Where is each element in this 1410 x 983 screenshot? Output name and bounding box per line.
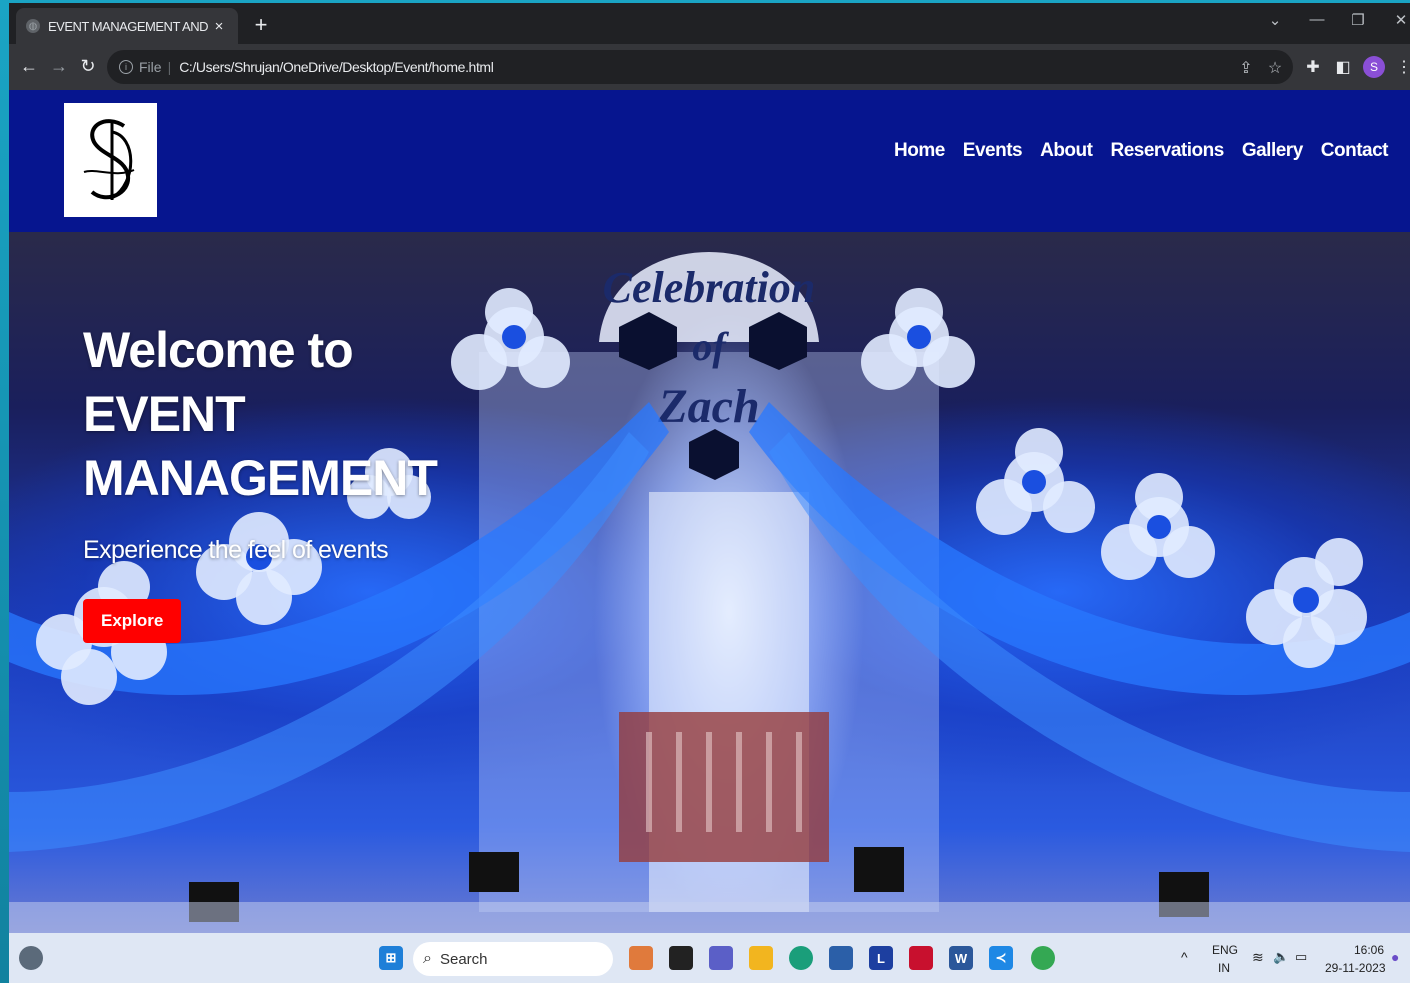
battery-icon[interactable]: ▭ [1295, 949, 1307, 965]
nav-about[interactable]: About [1040, 140, 1093, 162]
forward-icon[interactable]: → [47, 56, 71, 77]
backdrop-text-3: Zach [657, 380, 759, 433]
restore-icon[interactable]: ❐ [1346, 11, 1370, 29]
reload-icon[interactable]: ↻ [76, 56, 100, 77]
address-bar[interactable]: i File | C:/Users/Shrujan/OneDrive/Deskt… [107, 50, 1293, 84]
hero-subtitle: Experience the feel of events [83, 536, 389, 564]
nav-gallery[interactable]: Gallery [1242, 140, 1303, 162]
back-icon[interactable]: ← [17, 56, 41, 77]
tab-strip: ◍ EVENT MANAGEMENT AND TIC × + ⌄ — ❐ ✕ [9, 3, 1410, 44]
browser-toolbar: ← → ↻ i File | C:/Users/Shrujan/OneDrive… [9, 44, 1410, 90]
taskbar-search[interactable]: ⌕ Search [413, 942, 613, 976]
word-icon[interactable]: W [949, 946, 973, 970]
vscode-icon[interactable]: ≺ [989, 946, 1013, 970]
windows-taskbar: ⊞ ⌕ Search L W ≺ ^ ENG IN ≋ 🔈 ▭ 16:06 29… [9, 933, 1410, 983]
nav-events[interactable]: Events [963, 140, 1023, 162]
tray-overflow-icon[interactable]: ^ [1181, 949, 1188, 965]
weather-icon[interactable] [19, 946, 43, 970]
l-app-icon[interactable]: L [869, 946, 893, 970]
clock-date[interactable]: 29-11-2023 [1325, 961, 1386, 975]
info-icon[interactable]: i [119, 60, 133, 74]
side-panel-icon[interactable]: ◧ [1332, 57, 1354, 77]
chrome-icon[interactable] [1031, 946, 1055, 970]
tab-title: EVENT MANAGEMENT AND TIC [48, 18, 210, 34]
backdrop-text-2: of [692, 324, 729, 369]
url-text[interactable]: C:/Users/Shrujan/OneDrive/Desktop/Event/… [179, 59, 494, 75]
logo-monogram-icon [83, 119, 134, 200]
mcafee-icon[interactable] [909, 946, 933, 970]
copilot-icon[interactable] [629, 946, 653, 970]
nav-reservations[interactable]: Reservations [1110, 140, 1224, 162]
notification-bell-icon[interactable]: ● [1391, 949, 1399, 965]
minimize-icon[interactable]: — [1305, 11, 1329, 28]
volume-icon[interactable]: 🔈 [1273, 949, 1289, 965]
globe-icon: ◍ [26, 19, 40, 33]
explore-button[interactable]: Explore [83, 599, 182, 643]
url-separator: | [167, 59, 172, 75]
language-region[interactable]: IN [1218, 961, 1230, 975]
star-icon[interactable]: ☆ [1264, 58, 1286, 78]
share-icon[interactable]: ⇪ [1235, 58, 1257, 78]
site-header: Home Events About Reservations Gallery C… [9, 90, 1410, 232]
edge-icon[interactable] [789, 946, 813, 970]
tab-search-icon[interactable]: ⌄ [1263, 11, 1287, 29]
search-label: Search [439, 950, 488, 968]
store-icon[interactable] [829, 946, 853, 970]
main-nav: Home Events About Reservations Gallery C… [894, 140, 1389, 162]
new-tab-button[interactable]: + [249, 12, 273, 38]
start-icon[interactable]: ⊞ [379, 946, 403, 970]
close-window-icon[interactable]: ✕ [1389, 11, 1410, 29]
hero-title: Welcome to EVENT MANAGEMENT [83, 322, 438, 506]
active-tab[interactable]: ◍ EVENT MANAGEMENT AND TIC × [16, 8, 238, 44]
nav-contact[interactable]: Contact [1321, 140, 1389, 162]
clock-time[interactable]: 16:06 [1354, 943, 1384, 957]
site-logo[interactable] [64, 103, 157, 217]
search-icon: ⌕ [423, 950, 432, 967]
teams-icon[interactable] [709, 946, 733, 970]
web-page: Home Events About Reservations Gallery C… [9, 90, 1410, 933]
hero-section: Celebration of Zach Welcome to EVENT MAN… [9, 232, 1410, 933]
task-view-icon[interactable] [669, 946, 693, 970]
tab-close-button[interactable]: × [210, 18, 228, 35]
nav-home[interactable]: Home [894, 140, 945, 162]
browser-window: ◍ EVENT MANAGEMENT AND TIC × + ⌄ — ❐ ✕ ←… [9, 3, 1410, 933]
menu-icon[interactable]: ⋮ [1393, 57, 1410, 77]
hero-content: Welcome to EVENT MANAGEMENT Experience t… [83, 318, 523, 643]
profile-avatar[interactable]: S [1363, 56, 1385, 78]
extensions-icon[interactable]: ✚ [1302, 57, 1324, 77]
language-code[interactable]: ENG [1212, 943, 1238, 957]
backdrop-text-1: Celebration [603, 263, 816, 312]
url-scheme: File [139, 59, 162, 75]
wifi-icon[interactable]: ≋ [1252, 949, 1264, 966]
file-explorer-icon[interactable] [749, 946, 773, 970]
